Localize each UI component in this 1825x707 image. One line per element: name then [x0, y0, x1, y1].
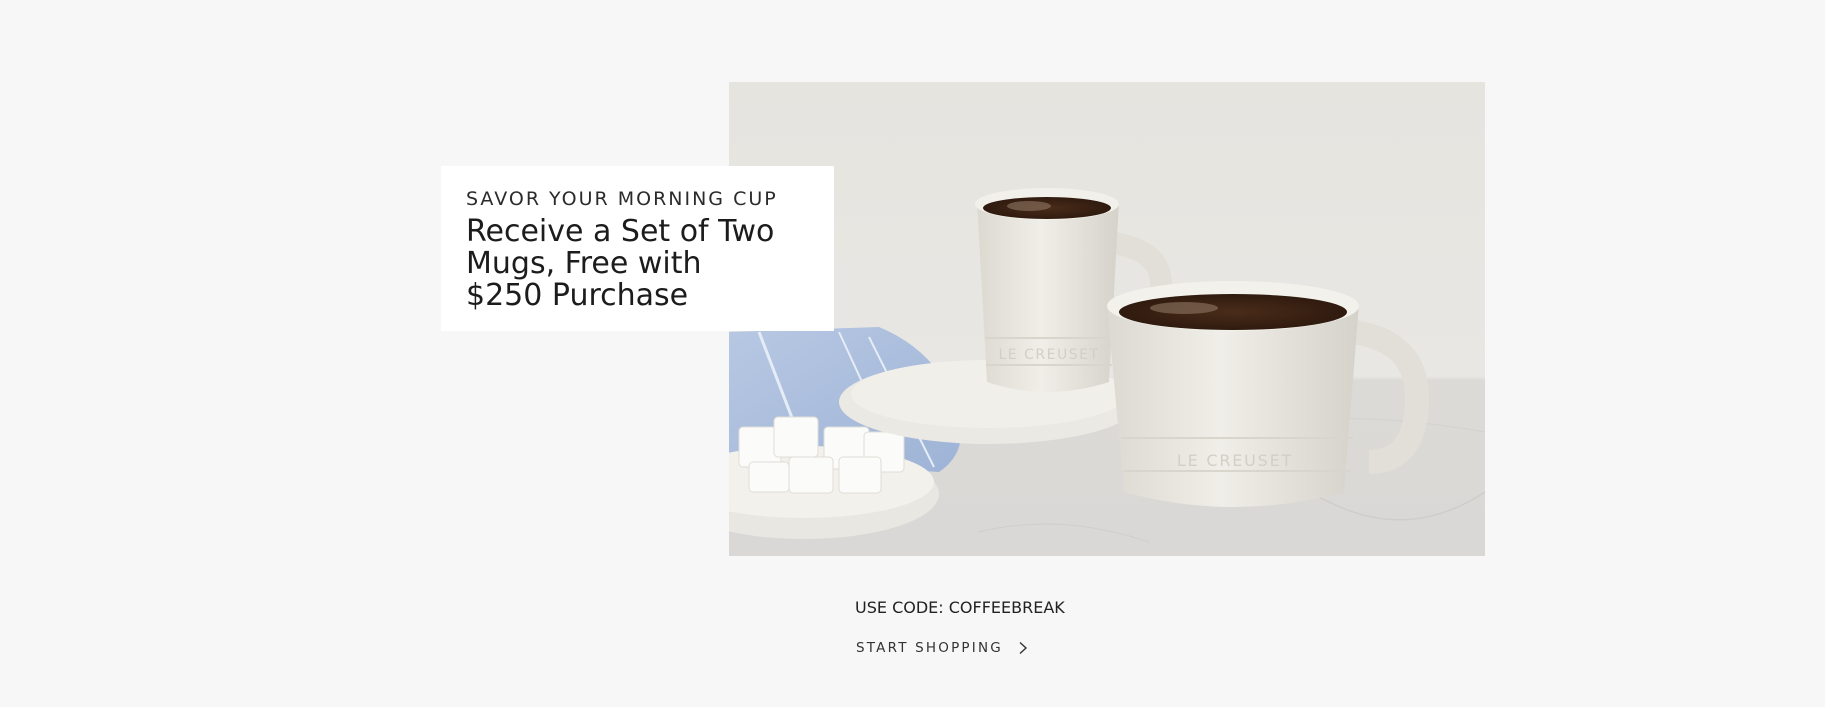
start-shopping-label: START SHOPPING — [856, 640, 1003, 656]
hero-image-mugs: LE CREUSET LE CREUSET — [729, 82, 1485, 556]
mug-brand-mark: LE CREUSET — [999, 347, 1100, 363]
promo-headline: Receive a Set of Two Mugs, Free with $25… — [466, 214, 775, 313]
promo-section: LE CREUSET LE CREUSET SAVOR YOUR MORNING… — [0, 0, 1825, 707]
promo-card: SAVOR YOUR MORNING CUP Receive a Set of … — [441, 166, 834, 331]
start-shopping-link[interactable]: START SHOPPING — [856, 640, 1029, 656]
promo-code-text: USE CODE: COFFEEBREAK — [855, 598, 1065, 617]
chevron-right-icon — [1017, 641, 1029, 655]
mug-brand-mark: LE CREUSET — [1177, 451, 1293, 470]
promo-eyebrow: SAVOR YOUR MORNING CUP — [466, 188, 778, 210]
